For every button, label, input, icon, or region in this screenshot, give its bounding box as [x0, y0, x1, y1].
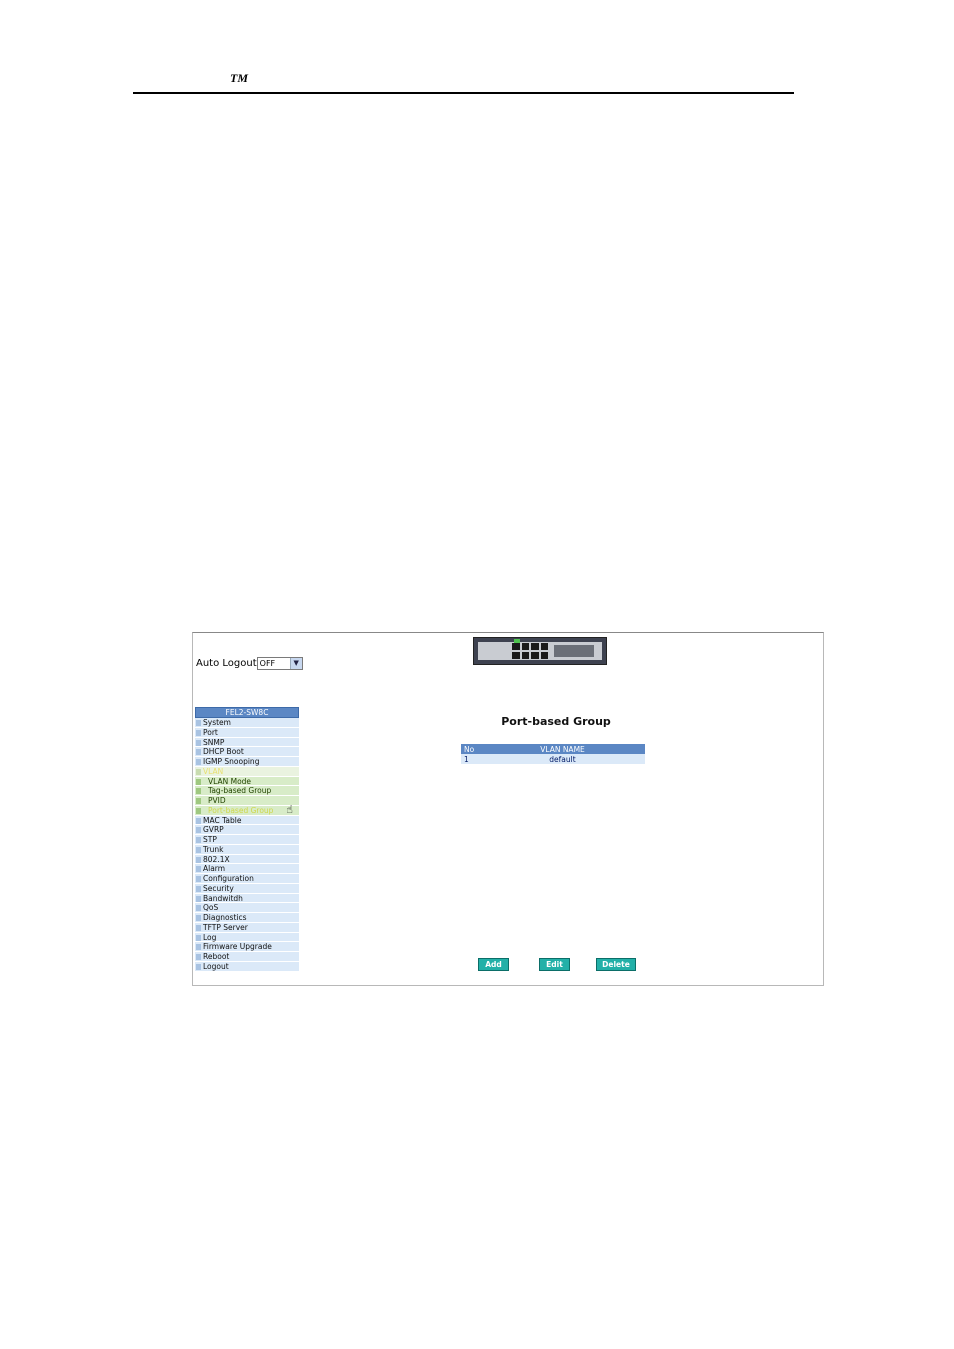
port-icon: [531, 643, 539, 650]
menu-item-mac-table[interactable]: MAC Table: [195, 815, 299, 826]
menu-item-alarm[interactable]: Alarm: [195, 864, 299, 874]
hand-cursor-icon: ☝: [286, 802, 293, 816]
delete-button[interactable]: Delete: [596, 958, 636, 971]
chevron-down-icon[interactable]: ▼: [289, 658, 302, 669]
menu-item-port-based-group[interactable]: Port-based Group ☝: [195, 802, 299, 816]
menu-item-logout[interactable]: Logout: [195, 961, 299, 972]
port-icon: [521, 643, 529, 650]
menu-item-configuration[interactable]: Configuration: [195, 874, 299, 884]
menu-item-stp[interactable]: STP: [195, 835, 299, 845]
menu-item-firmware-upgrade[interactable]: Firmware Upgrade: [195, 942, 299, 952]
trademark-mark: TM: [230, 71, 248, 85]
menu-item-bandwidth[interactable]: Bandwitdh: [195, 893, 299, 904]
sidebar-menu: FEL2-SW8C System Port SNMP DHCP Boot IGM…: [195, 707, 299, 972]
auto-logout-label: Auto Logout: [196, 658, 257, 669]
row-no: 1: [461, 754, 480, 764]
menu-item-dhcp-boot[interactable]: DHCP Boot: [195, 747, 299, 757]
header-rule: [133, 92, 794, 94]
auto-logout-value: OFF: [259, 659, 276, 668]
menu-item-system[interactable]: System: [195, 718, 299, 728]
menu-item-port-based-group-label: Port-based Group: [208, 805, 274, 815]
menu-header: FEL2-SW8C: [195, 707, 299, 718]
device-uplink-ports: [554, 645, 594, 657]
device-ports: [512, 643, 548, 659]
add-button[interactable]: Add: [478, 958, 509, 971]
menu-item-trunk[interactable]: Trunk: [195, 844, 299, 855]
auto-logout: Auto Logout OFF ▼: [196, 657, 303, 670]
table-row[interactable]: 1 default: [461, 754, 645, 764]
menu-item-igmp-snooping[interactable]: IGMP Snooping: [195, 757, 299, 767]
menu-item-vlan-mode[interactable]: VLAN Mode: [195, 776, 299, 787]
column-header-vlan-name: VLAN NAME: [480, 744, 645, 754]
auto-logout-select[interactable]: OFF ▼: [256, 657, 303, 670]
menu-item-snmp[interactable]: SNMP: [195, 737, 299, 748]
menu-item-vlan[interactable]: VLAN: [195, 766, 299, 777]
port-icon: [512, 652, 520, 659]
row-vlan-name: default: [480, 754, 645, 764]
menu-item-gvrp[interactable]: GVRP: [195, 825, 299, 835]
menu-item-security[interactable]: Security: [195, 883, 299, 894]
menu-item-tag-based-group[interactable]: Tag-based Group: [195, 786, 299, 796]
port-icon: [540, 652, 548, 659]
switch-device-image: [473, 637, 607, 665]
web-ui-screenshot: Auto Logout OFF ▼ FEL2-SW8C System Port SN…: [192, 632, 824, 986]
edit-button[interactable]: Edit: [539, 958, 570, 971]
menu-item-tftp-server[interactable]: TFTP Server: [195, 922, 299, 933]
port-icon: [521, 652, 529, 659]
port-icon: [512, 643, 520, 650]
menu-item-reboot[interactable]: Reboot: [195, 952, 299, 962]
column-header-no: No: [461, 744, 480, 754]
menu-item-qos[interactable]: QoS: [195, 903, 299, 913]
port-icon: [531, 652, 539, 659]
menu-item-diagnostics[interactable]: Diagnostics: [195, 913, 299, 923]
port-icon: [540, 643, 548, 650]
vlan-group-table: No VLAN NAME 1 default: [461, 744, 645, 764]
menu-item-pvid[interactable]: PVID: [195, 796, 299, 806]
table-header-row: No VLAN NAME: [461, 744, 645, 754]
menu-item-port[interactable]: Port: [195, 727, 299, 738]
page-title: Port-based Group: [501, 715, 611, 728]
menu-item-log[interactable]: Log: [195, 932, 299, 943]
menu-item-8021x[interactable]: 802.1X: [195, 854, 299, 865]
